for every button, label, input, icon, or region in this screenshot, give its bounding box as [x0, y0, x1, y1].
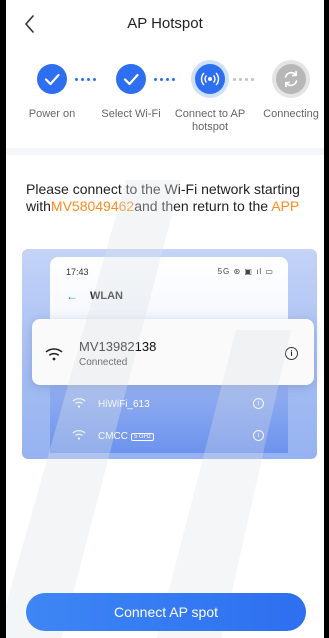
wlan-title: WLAN	[90, 290, 123, 302]
network-row-cmcc: CMCC 5 GHz i	[56, 423, 282, 449]
wifi-icon	[72, 398, 86, 408]
instruction-text: Please connect to the Wi-Fi network star…	[26, 181, 316, 215]
step-label-select-wifi: Select Wi-Fi	[101, 108, 161, 120]
wlan-back-arrow-icon: ←	[66, 289, 78, 303]
step-connector	[75, 78, 99, 82]
connect-ap-spot-button[interactable]: Connect AP spot	[26, 593, 306, 631]
instruction-middle: and then return to the	[134, 198, 272, 214]
app-link[interactable]: APP	[271, 198, 299, 214]
network-name: CMCC 5 GHz	[98, 431, 155, 442]
wifi-icon	[72, 430, 86, 440]
step-hotspot-signal-icon	[195, 64, 225, 94]
step-label-power-on: Power on	[28, 108, 76, 120]
band-badge: 5 GHz	[131, 433, 155, 441]
step-connecting-sync-icon	[276, 64, 306, 94]
info-icon: i	[253, 430, 264, 441]
network-name-text: CMCC	[98, 431, 128, 442]
step-label-connecting: Connecting	[263, 108, 319, 120]
ssid-prefix: MV58049462	[50, 198, 135, 214]
page-title: AP Hotspot	[127, 15, 203, 32]
status-time: 17:43	[66, 267, 89, 277]
header: AP Hotspot	[6, 0, 324, 48]
network-row-hiwifi: HiWiFi_613 i	[56, 391, 282, 417]
wifi-icon	[45, 348, 63, 361]
connected-ssid: MV13982138	[79, 339, 157, 354]
screen: AP Hotspot Power on Select Wi-Fi Connect…	[6, 0, 324, 638]
network-name: HiWiFi_613	[98, 399, 150, 410]
step-connector	[154, 78, 178, 82]
step-connector	[233, 78, 257, 82]
instruction-area: Please connect to the Wi-Fi network star…	[6, 155, 324, 638]
connection-state: Connected	[79, 357, 128, 368]
step-select-wifi-check-icon	[116, 64, 146, 94]
step-label-connect-ap: Connect to AP hotspot	[174, 108, 246, 133]
info-icon: i	[285, 347, 298, 360]
connected-network-card: MV13982138 Connected i	[32, 319, 314, 385]
status-bar-icons: 5G ⊛ ▣ ıl ▭	[217, 267, 274, 276]
wlan-illustration: 17:43 5G ⊛ ▣ ıl ▭ ← WLAN HiWiFi_613 i CM…	[22, 249, 317, 459]
step-progress: Power on Select Wi-Fi Connect to AP hots…	[6, 48, 324, 148]
step-power-on-check-icon	[37, 64, 67, 94]
info-icon: i	[253, 398, 264, 409]
